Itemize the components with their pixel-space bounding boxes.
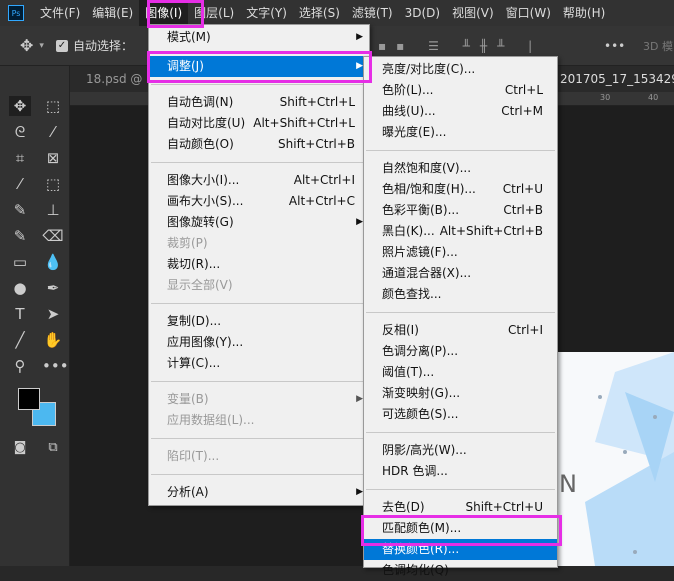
menu-file[interactable]: 文件(F) xyxy=(34,0,86,26)
adjustments-submenu: 亮度/对比度(C)... 色阶(L)... Ctrl+L 曲线(U)... Ctrl… xyxy=(363,56,558,577)
menu-item-canvas-size[interactable]: 画布大小(S)... Alt+Ctrl+C xyxy=(149,191,369,212)
history-brush-icon[interactable]: ✎ xyxy=(9,226,31,246)
menu-item-posterize[interactable]: 色调分离(P)... xyxy=(364,341,557,362)
type-tool-icon[interactable]: T xyxy=(9,304,31,324)
menu-bar: Ps 文件(F) 编辑(E) 图像(I) 图层(L) 文字(Y) 选择(S) 滤… xyxy=(0,0,674,26)
menu-item-hdr-toning[interactable]: HDR 色调... xyxy=(364,461,557,482)
photoshop-logo: Ps xyxy=(8,5,24,21)
hand-tool-icon[interactable]: ✋ xyxy=(42,330,64,350)
screen-mode-icon[interactable]: ⧉ xyxy=(42,438,64,458)
menu-item-exposure[interactable]: 曝光度(E)... xyxy=(364,122,557,143)
eraser-icon[interactable]: ⌫ xyxy=(42,226,64,246)
menu-item-brightness-contrast[interactable]: 亮度/对比度(C)... xyxy=(364,59,557,80)
menu-item-selective-color[interactable]: 可选颜色(S)... xyxy=(364,404,557,425)
brush-tool-icon[interactable]: ✎ xyxy=(9,200,31,220)
document-tab[interactable]: 18.psd @ 1 xyxy=(86,72,154,86)
stamp-tool-icon[interactable]: ⊥ xyxy=(42,200,64,220)
auto-select-checkbox[interactable]: ✓ xyxy=(55,39,68,52)
menu-item-match-color[interactable]: 匹配颜色(M)... xyxy=(364,518,557,539)
menu-filter[interactable]: 滤镜(T) xyxy=(346,0,399,26)
network-graphic xyxy=(585,352,674,566)
menu-item-shadows-highlights[interactable]: 阴影/高光(W)... xyxy=(364,440,557,461)
menu-item-invert[interactable]: 反相(I) Ctrl+I xyxy=(364,320,557,341)
menu-help[interactable]: 帮助(H) xyxy=(557,0,611,26)
menu-item-hue-saturation[interactable]: 色相/饱和度(H)... Ctrl+U xyxy=(364,179,557,200)
menu-item-auto-tone[interactable]: 自动色调(N) Shift+Ctrl+L xyxy=(149,92,369,113)
frame-tool-icon[interactable]: ⊠ xyxy=(42,148,64,168)
more-icon[interactable]: ••• xyxy=(604,39,625,53)
menu-item-black-white[interactable]: 黑白(K)... Alt+Shift+Ctrl+B xyxy=(364,221,557,242)
magic-wand-icon[interactable]: ⁄ xyxy=(42,122,64,142)
document-text: N xyxy=(559,470,577,498)
menu-window[interactable]: 窗口(W) xyxy=(500,0,557,26)
menu-item-mode[interactable]: 模式(M) ▶ xyxy=(149,27,369,48)
menu-item-trim[interactable]: 裁切(R)... xyxy=(149,254,369,275)
menu-item-threshold[interactable]: 阈值(T)... xyxy=(364,362,557,383)
menu-type[interactable]: 文字(Y) xyxy=(240,0,293,26)
chevron-down-icon[interactable]: ▾ xyxy=(39,41,44,51)
quick-mask-icon[interactable]: ◙ xyxy=(9,438,31,458)
crop-tool-icon[interactable]: ⌗ xyxy=(9,148,31,168)
menu-item-calculations[interactable]: 计算(C)... xyxy=(149,353,369,374)
menu-item-analysis[interactable]: 分析(A) ▶ xyxy=(149,482,369,503)
menu-item-image-rotation[interactable]: 图像旋转(G) ▶ xyxy=(149,212,369,233)
align-icons[interactable]: ▪▪ ☰ ╨╫╨ | xyxy=(378,39,542,53)
menu-item-replace-color[interactable]: 替换颜色(R)... xyxy=(364,539,557,560)
menu-item-adjustments[interactable]: 调整(J) ▶ xyxy=(149,56,369,77)
menu-item-apply-image[interactable]: 应用图像(Y)... xyxy=(149,332,369,353)
menu-item-trap: 陷印(T)... xyxy=(167,449,220,463)
3d-mode-label: 3D 模 xyxy=(643,39,673,53)
menu-item-reveal-all: 显示全部(V) xyxy=(167,278,233,292)
menu-item-auto-contrast[interactable]: 自动对比度(U) Alt+Shift+Ctrl+L xyxy=(149,113,369,134)
marquee-tool-icon[interactable]: ⬚ xyxy=(42,96,64,116)
image-menu: 模式(M) ▶ 调整(J) ▶ 自动色调(N) Shift+Ctrl+L 自动对比度(… xyxy=(148,24,370,506)
menu-item-color-balance[interactable]: 色彩平衡(B)... Ctrl+B xyxy=(364,200,557,221)
menu-item-duplicate[interactable]: 复制(D)... xyxy=(149,311,369,332)
menu-view[interactable]: 视图(V) xyxy=(446,0,500,26)
pen-tool-icon[interactable]: ✒ xyxy=(42,278,64,298)
menu-3d[interactable]: 3D(D) xyxy=(399,0,446,26)
tools-panel: ✥ ⬚ ᘓ ⁄ ⌗ ⊠ ⁄ ⬚ ✎ ⊥ ✎ ⌫ ▭ 💧 ● ✒ T ➤ ╱ ✋ … xyxy=(0,66,70,566)
menu-item-levels[interactable]: 色阶(L)... Ctrl+L xyxy=(364,80,557,101)
path-select-icon[interactable]: ➤ xyxy=(42,304,64,324)
menu-layer[interactable]: 图层(L) xyxy=(188,0,240,26)
lasso-tool-icon[interactable]: ᘓ xyxy=(9,122,31,142)
menu-item-color-lookup[interactable]: 颜色查找... xyxy=(364,284,557,305)
dodge-tool-icon[interactable]: ● xyxy=(9,278,31,298)
zoom-tool-icon[interactable]: ⚲ xyxy=(9,356,31,376)
menu-item-crop: 裁剪(P) xyxy=(167,236,208,250)
eyedropper-icon[interactable]: ⁄ xyxy=(9,174,31,194)
menu-item-image-size[interactable]: 图像大小(I)... Alt+Ctrl+I xyxy=(149,170,369,191)
menu-item-vibrance[interactable]: 自然饱和度(V)... xyxy=(364,158,557,179)
document-image: N xyxy=(555,352,674,566)
ruler-label: 40 xyxy=(648,93,659,102)
patch-tool-icon[interactable]: ⬚ xyxy=(42,174,64,194)
blur-tool-icon[interactable]: 💧 xyxy=(42,252,64,272)
document-tab[interactable]: 201705_17_153429v xyxy=(560,72,674,86)
menu-item-equalize[interactable]: 色调均化(Q) xyxy=(364,560,557,581)
menu-item-apply-data-set: 应用数据组(L)... xyxy=(167,413,255,427)
move-tool-icon[interactable]: ✥ xyxy=(9,96,31,116)
menu-item-channel-mixer[interactable]: 通道混合器(X)... xyxy=(364,263,557,284)
menu-item-auto-color[interactable]: 自动颜色(O) Shift+Ctrl+B xyxy=(149,134,369,155)
ruler-label: 30 xyxy=(600,93,611,102)
menu-item-gradient-map[interactable]: 渐变映射(G)... xyxy=(364,383,557,404)
foreground-color-swatch[interactable] xyxy=(18,388,40,410)
menu-item-curves[interactable]: 曲线(U)... Ctrl+M xyxy=(364,101,557,122)
menu-select[interactable]: 选择(S) xyxy=(293,0,346,26)
gradient-tool-icon[interactable]: ▭ xyxy=(9,252,31,272)
auto-select-label: 自动选择： xyxy=(72,39,133,53)
menu-item-desaturate[interactable]: 去色(D) Shift+Ctrl+U xyxy=(364,497,557,518)
move-tool-icon[interactable]: ✥ xyxy=(20,36,33,55)
menu-edit[interactable]: 编辑(E) xyxy=(86,0,139,26)
line-tool-icon[interactable]: ╱ xyxy=(9,330,31,350)
menu-image[interactable]: 图像(I) xyxy=(139,0,189,26)
menu-item-variables: 变量(B) ▶ xyxy=(167,392,363,406)
menu-item-photo-filter[interactable]: 照片滤镜(F)... xyxy=(364,242,557,263)
more-tools-icon[interactable]: ••• xyxy=(42,356,69,376)
